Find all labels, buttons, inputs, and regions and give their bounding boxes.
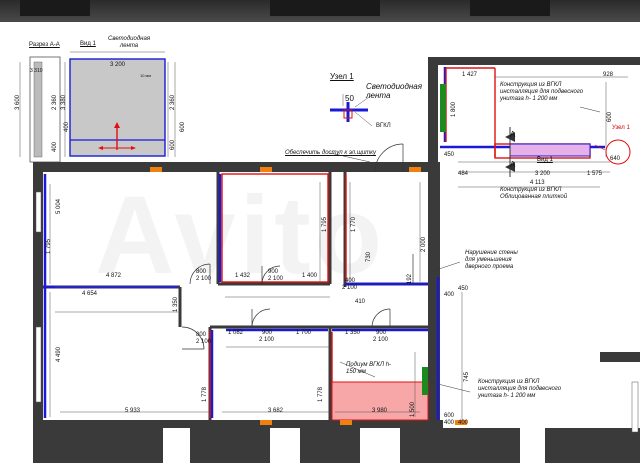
section-dim: 3 200	[110, 62, 126, 68]
dim-label: 1 427	[462, 72, 478, 78]
dim-label: 900	[268, 269, 279, 275]
top-bar-segment	[270, 0, 380, 16]
dim-label: 800	[196, 332, 207, 338]
dim-label: 410	[355, 299, 366, 305]
dim-label: 1 350	[173, 296, 179, 312]
dim-label: 400	[444, 292, 455, 298]
dim-label: 1 778	[202, 386, 208, 402]
dim-label: 400	[345, 278, 356, 284]
section-marker-a: А	[510, 130, 516, 139]
dim-label: 4 113	[530, 180, 545, 186]
dim-label: 1 082	[228, 330, 244, 336]
section-dim: 3 310	[30, 68, 43, 74]
section-dim: 3 380	[61, 94, 67, 110]
dim-label: 600	[607, 111, 613, 122]
section-dim: 400	[52, 141, 58, 152]
view-marker-label: Вид 1	[537, 157, 553, 163]
access-note: Обеспечить доступ к эл.щитку	[285, 150, 377, 156]
section-dim: 10 мм	[140, 73, 152, 78]
dim-label: 400	[458, 420, 469, 426]
dim-label: 1 778	[318, 386, 324, 402]
dim-label: 450	[444, 152, 455, 158]
dim-label: 1 400	[302, 273, 318, 279]
dim-label: 800	[196, 269, 207, 275]
dim-label: 1 800	[451, 101, 457, 117]
red-lines	[209, 67, 591, 418]
dim-label: 2 100	[342, 285, 358, 291]
dim-label: 1 795	[46, 238, 52, 254]
top-bar-segment	[470, 0, 550, 16]
dim-label: 1 350	[345, 330, 361, 336]
podium-note: Подиум ВГКЛ h-150 мм	[346, 362, 392, 375]
dim-label: 1 795	[322, 216, 328, 232]
section-view-label: Вид 1	[80, 41, 96, 47]
dim-label: 1 575	[587, 171, 603, 177]
dim-label: 1 770	[351, 216, 357, 232]
node-marker-label: Узел 1	[612, 125, 630, 131]
dim-label: 2 100	[196, 276, 212, 282]
node-led-label: Светодиодная лента	[366, 82, 423, 100]
section-dim: 600	[180, 121, 186, 132]
section-aa	[19, 51, 176, 163]
node-size: 50	[345, 94, 354, 103]
dim-label: 745	[464, 371, 470, 382]
dim-label: 3 682	[268, 408, 284, 414]
top-bar	[0, 0, 640, 22]
dim-label: 900	[376, 330, 387, 336]
dim-label: 730	[366, 251, 372, 262]
node-title: Узел 1	[330, 72, 354, 81]
dim-label: 4 872	[106, 273, 122, 279]
dim-label: 400	[444, 420, 455, 426]
green-marker	[422, 367, 428, 395]
construction-top-note: Конструкция из ВГКЛ инсталляция для подв…	[500, 82, 584, 102]
dim-label: 192	[407, 273, 413, 284]
dim-label: 5 933	[125, 408, 141, 414]
section-dim: 3 600	[15, 94, 21, 110]
dim-label: 1 700	[296, 330, 312, 336]
dim-label: 5 004	[56, 198, 62, 214]
dim-label: 484	[458, 171, 469, 177]
dim-label: 450	[458, 286, 469, 292]
dim-label: 4 654	[82, 291, 98, 297]
section-dim: 400	[64, 121, 70, 132]
dim-label: 3 980	[372, 408, 388, 414]
top-bar-segment	[20, 0, 90, 16]
dim-label: 1 432	[235, 273, 251, 279]
construction-bottom-note: Конструкция из ВГКЛ инсталляция для подв…	[478, 379, 562, 399]
section-marker-a: А	[510, 160, 516, 169]
dim-label: 600	[444, 413, 455, 419]
floor-plan-sheet: Avito Разрез А-А Вид 1 Светодиодная лент…	[0, 22, 640, 463]
section-dim: 600	[170, 139, 176, 150]
dim-label: 2 100	[196, 339, 212, 345]
green-marker	[440, 84, 446, 132]
wall-break-note: Нарушение стены для уменьшения дверного …	[465, 250, 518, 270]
dim-label: 2 000	[421, 236, 427, 252]
dim-label: 2 100	[259, 337, 275, 343]
tile-panel	[509, 143, 591, 157]
dim-label: 4 490	[56, 346, 62, 362]
dim-label: 1 500	[410, 401, 416, 417]
dim-label: 3 200	[535, 171, 551, 177]
dim-label: 928	[603, 72, 614, 78]
section-dim: 2 360	[170, 94, 176, 110]
section-dim: 2 360	[52, 94, 58, 110]
node-gkl: ВГКЛ	[376, 123, 391, 129]
dim-label: 2 100	[268, 276, 284, 282]
section-led-label: Светодиодная лента	[108, 36, 151, 49]
section-title: Разрез А-А	[29, 42, 60, 48]
dim-label: 640	[610, 156, 621, 162]
tile-clad-note: Конструкция из ВГКЛ Облицованная плиткой	[500, 187, 568, 200]
dim-label: 900	[262, 330, 273, 336]
dim-label: 2 100	[373, 337, 389, 343]
